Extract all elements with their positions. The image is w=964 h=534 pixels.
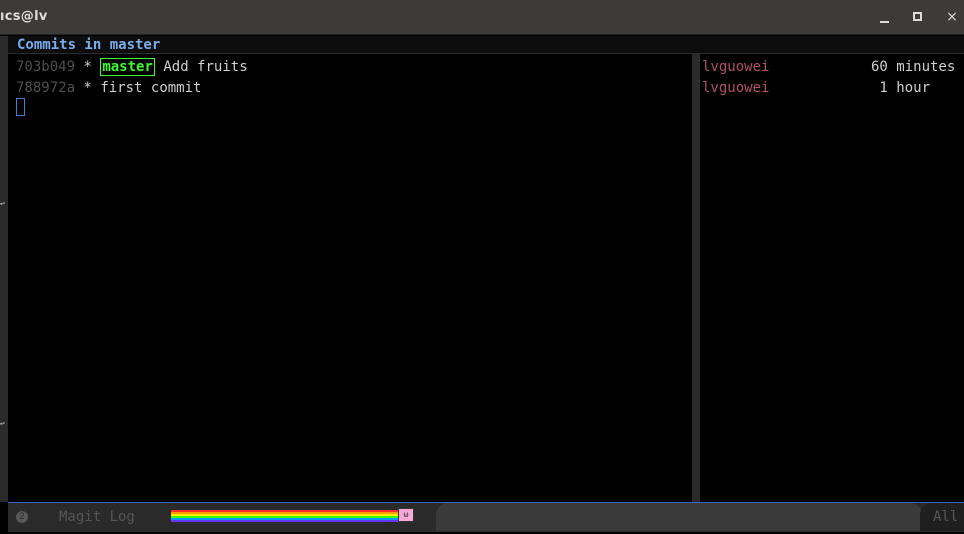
commit-date: 1 hour: [871, 80, 931, 96]
log-margin-pane: lvguowei 60 minutes lvguowei 1 hour: [700, 54, 964, 502]
commit-message: Add fruits: [163, 59, 248, 75]
minimize-button[interactable]: [876, 8, 894, 26]
commit-date: 60 minutes: [871, 59, 956, 75]
header-line: Commits in master: [8, 36, 964, 54]
close-icon: ×: [946, 9, 958, 25]
fringe-wrap-icon: ↩: [0, 419, 5, 428]
window-title: ıcs@lv: [0, 9, 48, 24]
maximize-icon: [913, 12, 922, 21]
mode-line: 2 Magit Log ω All: [8, 502, 964, 532]
window-titlebar[interactable]: ıcs@lv ×: [0, 0, 964, 35]
commit-author: lvguowei: [702, 80, 770, 96]
commit-message: first commit: [100, 80, 202, 96]
window-number-badge: 2: [16, 511, 28, 523]
graph-node: *: [83, 59, 92, 75]
major-mode-name[interactable]: Magit Log: [59, 509, 135, 525]
rainbow-stripe: [171, 520, 399, 522]
maximize-button[interactable]: [909, 8, 927, 26]
mode-line-segment: [436, 503, 922, 531]
commit-hash[interactable]: 703b049: [16, 59, 75, 75]
commit-author: lvguowei: [702, 59, 770, 75]
graph-node: *: [83, 80, 92, 96]
left-fringe: ↩ ↩: [0, 36, 8, 502]
commit-log-pane[interactable]: 703b049 * master Add fruits 788972a * fi…: [14, 54, 692, 502]
text-cursor: [16, 98, 25, 116]
minimize-icon: [880, 21, 889, 23]
commit-row[interactable]: 788972a * first commit: [16, 78, 201, 98]
buffer-position: All: [933, 509, 959, 525]
commit-hash[interactable]: 788972a: [16, 80, 75, 96]
nyan-cat-icon: ω: [398, 508, 414, 522]
commit-row[interactable]: 703b049 * master Add fruits: [16, 57, 248, 77]
log-header: Commits in master: [17, 37, 161, 53]
close-button[interactable]: ×: [943, 8, 961, 26]
pane-divider[interactable]: [692, 54, 700, 502]
fringe-wrap-icon: ↩: [0, 199, 5, 208]
branch-label[interactable]: master: [100, 58, 155, 76]
nyan-progress-bar[interactable]: [171, 510, 399, 524]
